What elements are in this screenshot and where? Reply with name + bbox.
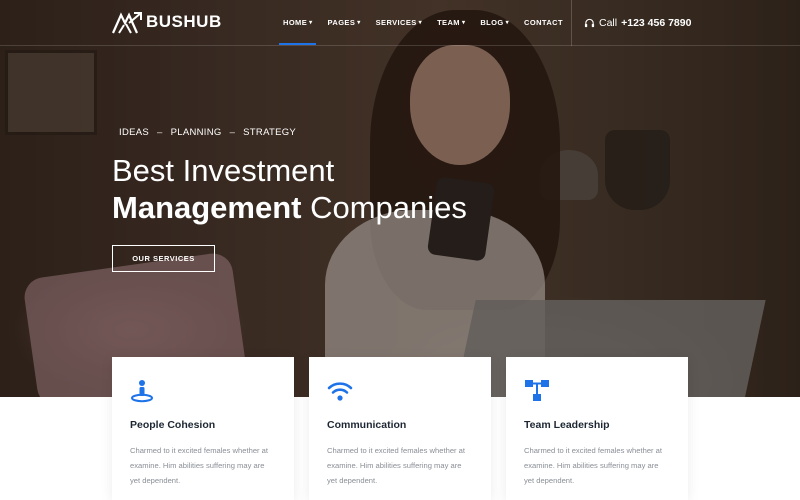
main-nav: HOME ▾ PAGES ▾ SERVICES ▾ TEAM ▾ BLOG ▾ … bbox=[283, 18, 578, 27]
nav-item-label: HOME bbox=[283, 18, 308, 27]
card-title: Communication bbox=[327, 419, 407, 431]
card-title: People Cohesion bbox=[130, 419, 216, 431]
tagline-item: IDEAS bbox=[119, 127, 150, 138]
hero-banner: BUSHUB HOME ▾ PAGES ▾ SERVICES ▾ TEAM ▾ … bbox=[0, 0, 800, 397]
chevron-down-icon: ▾ bbox=[461, 20, 466, 26]
logo-mark-icon bbox=[112, 12, 142, 34]
header-divider bbox=[571, 0, 572, 46]
nav-item-pages[interactable]: PAGES ▾ bbox=[328, 18, 361, 27]
hero-headline: Best Investment Management Companies bbox=[112, 152, 467, 226]
phone-number: +123 456 7890 bbox=[621, 17, 692, 29]
hierarchy-icon bbox=[524, 379, 670, 405]
nav-item-blog[interactable]: BLOG ▾ bbox=[480, 18, 509, 27]
nav-item-label: PAGES bbox=[327, 18, 356, 27]
nav-item-home[interactable]: HOME ▾ bbox=[283, 18, 313, 27]
tagline-separator: – bbox=[229, 127, 236, 138]
nav-item-contact[interactable]: CONTACT bbox=[524, 18, 563, 27]
headset-icon bbox=[584, 18, 595, 27]
active-nav-indicator bbox=[279, 43, 316, 45]
chevron-down-icon: ▾ bbox=[309, 20, 313, 26]
nav-item-services[interactable]: SERVICES ▾ bbox=[376, 18, 422, 27]
nav-item-label: BLOG bbox=[480, 18, 504, 27]
call-label: Call bbox=[599, 17, 618, 29]
feature-card-communication[interactable]: Communication Charmed to it excited fema… bbox=[309, 357, 491, 500]
nav-item-team[interactable]: TEAM ▾ bbox=[437, 18, 465, 27]
feature-card-people-cohesion[interactable]: People Cohesion Charmed to it excited fe… bbox=[112, 357, 294, 500]
card-title: Team Leadership bbox=[524, 419, 610, 431]
hero-tagline: IDEAS – PLANNING – STRATEGY bbox=[119, 127, 296, 138]
chevron-down-icon: ▾ bbox=[418, 20, 423, 26]
chevron-down-icon: ▾ bbox=[505, 20, 510, 26]
card-text: Charmed to it excited females whether at… bbox=[130, 446, 269, 485]
tagline-separator: – bbox=[157, 127, 163, 138]
site-header: BUSHUB HOME ▾ PAGES ▾ SERVICES ▾ TEAM ▾ … bbox=[0, 0, 800, 46]
chevron-down-icon: ▾ bbox=[357, 20, 361, 26]
headline-line-1: Best Investment bbox=[112, 153, 335, 188]
our-services-button[interactable]: OUR SERVICES bbox=[112, 245, 215, 272]
nav-item-label: SERVICES bbox=[375, 18, 417, 27]
call-phone-link[interactable]: Call +123 456 7890 bbox=[584, 17, 691, 29]
headline-bold-word: Management bbox=[112, 190, 302, 225]
brand-logo[interactable]: BUSHUB bbox=[112, 10, 222, 34]
card-text: Charmed to it excited females whether at… bbox=[327, 446, 466, 485]
headline-rest: Companies bbox=[301, 190, 467, 225]
nav-item-label: CONTACT bbox=[524, 18, 563, 27]
brand-name: BUSHUB bbox=[146, 12, 222, 31]
wifi-icon bbox=[327, 379, 473, 405]
tagline-item: STRATEGY bbox=[243, 127, 297, 138]
card-text: Charmed to it excited females whether at… bbox=[524, 446, 663, 485]
nav-item-label: TEAM bbox=[437, 18, 460, 27]
feature-card-team-leadership[interactable]: Team Leadership Charmed to it excited fe… bbox=[506, 357, 688, 500]
person-pin-icon bbox=[130, 379, 276, 405]
tagline-item: PLANNING bbox=[170, 127, 222, 138]
